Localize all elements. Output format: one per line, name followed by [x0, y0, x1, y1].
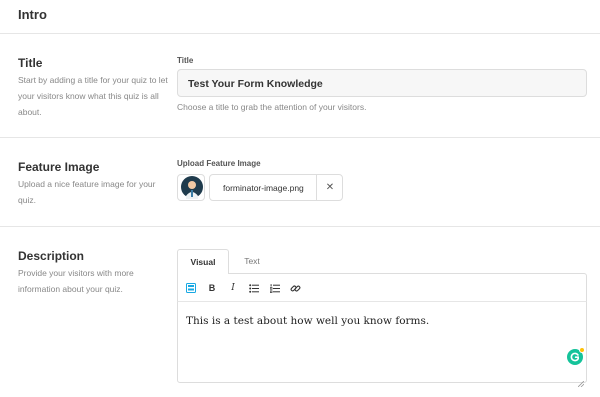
- title-section-label: Title: [18, 56, 43, 70]
- quiz-intro-card: Intro Title Start by adding a title for …: [0, 0, 600, 397]
- file-chip: forminator-image.png ✕: [209, 174, 343, 201]
- title-section-description: Start by adding a title for your quiz to…: [18, 75, 168, 117]
- editor-toolbar: B I: [177, 273, 587, 302]
- kitchen-sink-icon[interactable]: [184, 281, 198, 295]
- title-input[interactable]: Test Your Form Knowledge: [177, 69, 587, 97]
- resize-handle-icon[interactable]: [577, 374, 585, 388]
- close-icon[interactable]: ✕: [317, 175, 343, 200]
- grammarly-status-dot: [579, 347, 585, 353]
- editor-content-area[interactable]: This is a test about how well you know f…: [177, 301, 587, 388]
- feature-image-thumbnail[interactable]: [177, 174, 205, 201]
- tab-visual[interactable]: Visual: [177, 249, 229, 274]
- editor-content[interactable]: This is a test about how well you know f…: [186, 315, 429, 327]
- numbered-list-icon[interactable]: [268, 281, 282, 295]
- bulleted-list-icon[interactable]: [247, 281, 261, 295]
- title-help-text: Choose a title to grab the attention of …: [177, 102, 367, 112]
- title-field-label: Title: [177, 56, 194, 65]
- feature-image-label: Feature Image: [18, 160, 100, 174]
- page-title: Intro: [18, 7, 47, 22]
- link-icon[interactable]: [288, 281, 302, 295]
- intro-header: Intro: [0, 0, 600, 34]
- description-editor: Visual Text B I This is a test about how…: [177, 249, 587, 388]
- description-description: Provide your visitors with more informat…: [18, 268, 134, 294]
- tab-text[interactable]: Text: [229, 249, 275, 274]
- feature-image-description: Upload a nice feature image for your qui…: [18, 179, 156, 205]
- description-label: Description: [18, 249, 85, 263]
- upload-field-label: Upload Feature Image: [177, 159, 261, 168]
- grammarly-icon[interactable]: [567, 347, 585, 365]
- italic-icon[interactable]: I: [226, 281, 240, 295]
- bold-icon[interactable]: B: [205, 281, 219, 295]
- file-name: forminator-image.png: [223, 183, 304, 193]
